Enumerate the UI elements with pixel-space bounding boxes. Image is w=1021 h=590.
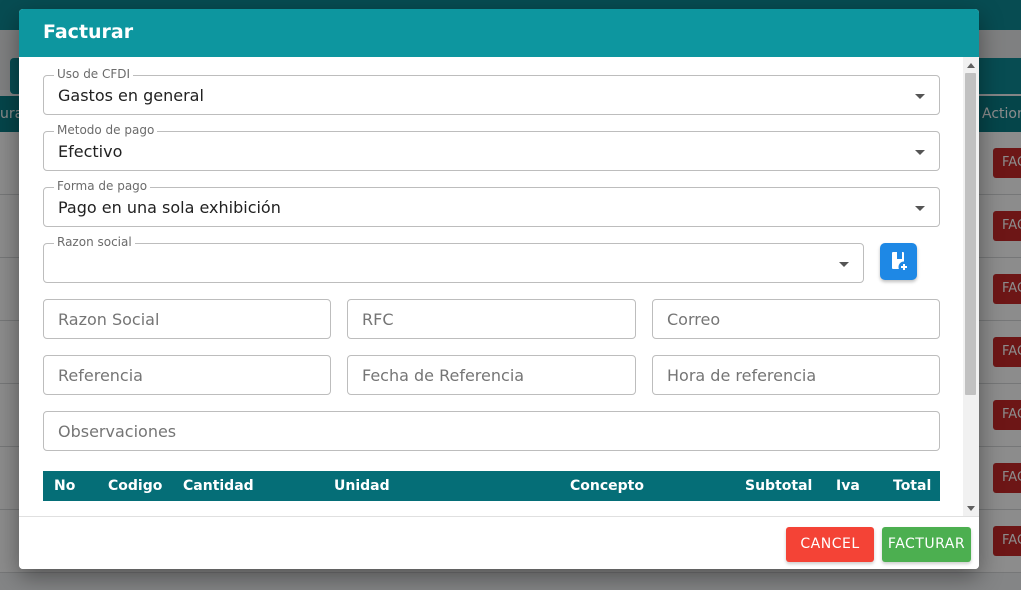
column-header-concepto[interactable]: Concepto (570, 478, 644, 494)
rfc-placeholder: RFC (362, 310, 394, 329)
dialog-footer: CANCEL FACTURAR (19, 516, 979, 569)
scrollbar-thumb[interactable] (965, 73, 976, 395)
hora-referencia-placeholder: Hora de referencia (667, 366, 817, 385)
scroll-down-icon[interactable] (967, 506, 975, 511)
observaciones-placeholder: Observaciones (58, 422, 177, 441)
correo-input[interactable]: Correo (652, 299, 940, 339)
facturar-button[interactable]: FACTURAR (882, 527, 971, 562)
column-header-cantidad[interactable]: Cantidad (183, 478, 254, 494)
column-header-unidad[interactable]: Unidad (334, 478, 390, 494)
uso-cfdi-value: Gastos en general (58, 86, 204, 105)
observaciones-input[interactable]: Observaciones (43, 411, 940, 451)
add-razon-social-button[interactable] (880, 243, 917, 280)
column-header-subtotal[interactable]: Subtotal (745, 478, 812, 494)
forma-pago-label: Forma de pago (54, 179, 151, 193)
referencia-placeholder: Referencia (58, 366, 143, 385)
chevron-down-icon[interactable] (915, 206, 925, 211)
dialog-body: Uso de CFDI Gastos en general Metodo de … (19, 57, 979, 516)
chevron-down-icon[interactable] (915, 94, 925, 99)
metodo-pago-label: Metodo de pago (54, 123, 158, 137)
razon-social-input[interactable]: Razon Social (43, 299, 331, 339)
referencia-input[interactable]: Referencia (43, 355, 331, 395)
uso-cfdi-label: Uso de CFDI (54, 67, 134, 81)
metodo-pago-select[interactable]: Metodo de pago Efectivo (43, 123, 940, 171)
forma-pago-select[interactable]: Forma de pago Pago en una sola exhibició… (43, 179, 940, 227)
rfc-input[interactable]: RFC (347, 299, 636, 339)
column-header-total[interactable]: Total (893, 478, 931, 494)
fecha-referencia-placeholder: Fecha de Referencia (362, 366, 525, 385)
add-document-icon (892, 252, 910, 273)
items-table-header: No Codigo Cantidad Unidad Concepto Subto… (43, 471, 940, 501)
column-header-no[interactable]: No (54, 478, 75, 494)
chevron-down-icon[interactable] (839, 262, 849, 267)
dialog-title: Facturar (19, 9, 979, 57)
uso-cfdi-select[interactable]: Uso de CFDI Gastos en general (43, 67, 940, 115)
razon-social-label: Razon social (54, 235, 135, 249)
scroll-up-icon[interactable] (967, 63, 975, 68)
hora-referencia-input[interactable]: Hora de referencia (652, 355, 940, 395)
razon-social-placeholder: Razon Social (58, 310, 160, 329)
column-header-iva[interactable]: Iva (836, 478, 860, 494)
forma-pago-value: Pago en una sola exhibición (58, 198, 281, 217)
cancel-button[interactable]: CANCEL (786, 527, 874, 562)
fecha-referencia-input[interactable]: Fecha de Referencia (347, 355, 636, 395)
chevron-down-icon[interactable] (915, 150, 925, 155)
dialog-scrollbar[interactable] (963, 57, 979, 516)
correo-placeholder: Correo (667, 310, 721, 329)
column-header-codigo[interactable]: Codigo (108, 478, 162, 494)
facturar-dialog: Facturar Uso de CFDI Gastos en general M… (19, 9, 979, 569)
metodo-pago-value: Efectivo (58, 142, 123, 161)
razon-social-select[interactable]: Razon social (43, 235, 864, 283)
